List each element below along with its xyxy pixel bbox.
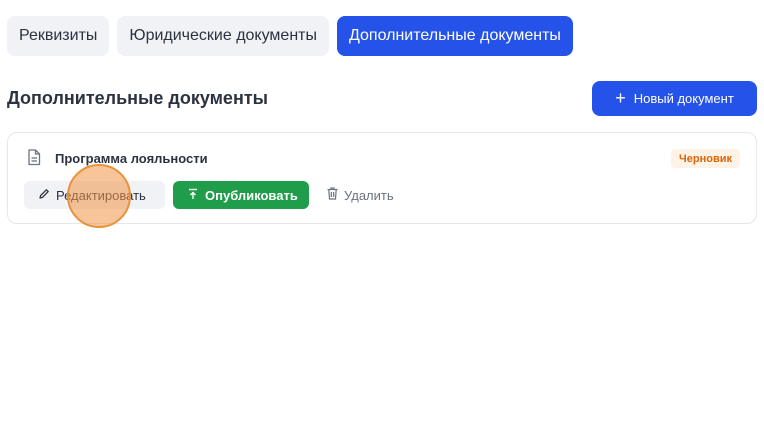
tab-requisites[interactable]: Реквизиты	[7, 16, 110, 56]
publish-label: Опубликовать	[205, 187, 298, 203]
delete-button[interactable]: Удалить	[321, 181, 400, 209]
plus-icon: +	[615, 87, 626, 108]
tab-additional-documents[interactable]: Дополнительные документы	[337, 16, 573, 56]
tab-legal-documents[interactable]: Юридические документы	[117, 16, 329, 56]
document-actions: Редактировать Опубликовать Удалить	[24, 181, 400, 209]
edit-label: Редактировать	[56, 187, 146, 203]
document-card: Программа лояльности Черновик Редактиров…	[7, 132, 757, 224]
document-icon	[27, 149, 41, 166]
status-badge: Черновик	[671, 149, 740, 168]
new-document-button[interactable]: + Новый документ	[592, 81, 757, 116]
edit-button[interactable]: Редактировать	[24, 181, 165, 209]
document-title: Программа лояльности	[55, 151, 208, 166]
delete-label: Удалить	[344, 187, 394, 203]
publish-button[interactable]: Опубликовать	[173, 181, 309, 209]
page-root: Реквизиты Юридические документы Дополнит…	[0, 0, 764, 427]
upload-icon	[187, 188, 199, 203]
section-title: Дополнительные документы	[7, 88, 268, 108]
tab-bar: Реквизиты Юридические документы Дополнит…	[7, 16, 573, 56]
pencil-icon	[38, 188, 50, 203]
new-document-label: Новый документ	[633, 91, 734, 106]
trash-icon	[327, 187, 338, 203]
